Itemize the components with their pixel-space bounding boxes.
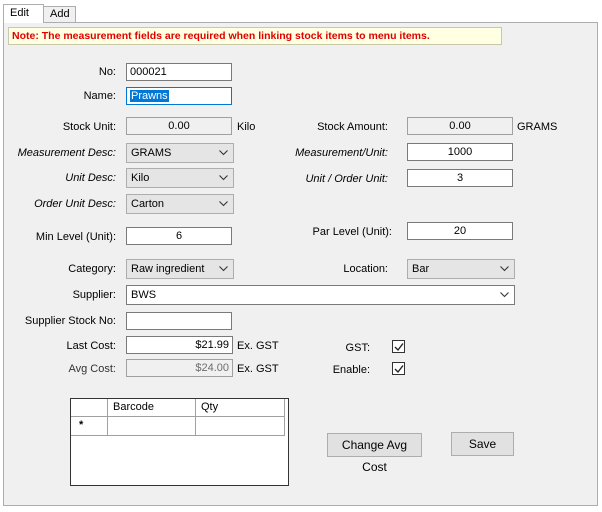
chevron-down-icon	[500, 260, 510, 278]
measurement-unit-label: Measurement/Unit:	[295, 147, 388, 159]
order-unit-desc-value: Carton	[131, 198, 165, 210]
last-cost-field[interactable]: $21.99	[126, 336, 233, 354]
stock-unit-unit: Kilo	[237, 121, 256, 133]
checkmark-icon	[394, 365, 404, 374]
supplier-stock-no-field[interactable]	[126, 312, 232, 330]
tab-edit[interactable]: Edit	[3, 4, 44, 23]
unit-desc-label: Unit Desc:	[65, 172, 116, 184]
unit-order-unit-label: Unit / Order Unit:	[305, 173, 388, 185]
unit-desc-value: Kilo	[131, 172, 150, 184]
save-button[interactable]: Save	[451, 432, 514, 456]
measurement-note: Note: The measurement fields are require…	[8, 27, 502, 45]
location-select[interactable]: Bar	[407, 259, 515, 279]
avg-cost-suffix: Ex. GST	[237, 363, 279, 375]
name-label: Name:	[83, 90, 116, 102]
stock-amount-field: 0.00	[407, 117, 513, 135]
gst-label: GST:	[345, 342, 370, 354]
measurement-desc-select[interactable]: GRAMS	[126, 143, 234, 163]
order-unit-desc-label: Order Unit Desc:	[34, 198, 116, 210]
enable-checkbox[interactable]	[392, 362, 405, 375]
grid-new-row-barcode-cell[interactable]	[108, 417, 196, 436]
par-level-field[interactable]: 20	[407, 222, 513, 240]
unit-order-unit-field[interactable]: 3	[407, 169, 513, 187]
supplier-stock-no-label: Supplier Stock No:	[24, 315, 116, 327]
stock-amount-label: Stock Amount:	[317, 121, 388, 133]
avg-cost-field: $24.00	[126, 359, 233, 377]
grid-new-row-qty-cell[interactable]	[196, 417, 285, 436]
min-level-label: Min Level (Unit):	[35, 231, 116, 243]
last-cost-label: Last Cost:	[66, 340, 116, 352]
location-value: Bar	[412, 263, 430, 275]
checkmark-icon	[394, 343, 404, 352]
stock-amount-unit: GRAMS	[517, 121, 558, 133]
unit-desc-select[interactable]: Kilo	[126, 168, 234, 188]
chevron-down-icon	[500, 286, 510, 304]
measurement-unit-field[interactable]: 1000	[407, 143, 513, 161]
enable-label: Enable:	[332, 364, 370, 376]
category-label: Category:	[68, 263, 116, 275]
grid-row-header-corner	[71, 399, 108, 417]
order-unit-desc-select[interactable]: Carton	[126, 194, 234, 214]
min-level-field[interactable]: 6	[126, 227, 232, 245]
category-value: Raw ingredient	[131, 263, 205, 275]
supplier-value: BWS	[131, 289, 157, 301]
measurement-desc-value: GRAMS	[131, 147, 172, 159]
gst-checkbox[interactable]	[392, 340, 405, 353]
chevron-down-icon	[219, 195, 229, 213]
category-select[interactable]: Raw ingredient	[126, 259, 234, 279]
grid-header-barcode[interactable]: Barcode	[108, 399, 196, 417]
measurement-desc-label: Measurement Desc:	[17, 147, 116, 159]
tab-add[interactable]: Add	[43, 6, 76, 22]
location-label: Location:	[343, 263, 388, 275]
grid-header-qty[interactable]: Qty	[196, 399, 285, 417]
last-cost-suffix: Ex. GST	[237, 340, 279, 352]
change-avg-cost-button[interactable]: Change Avg Cost	[327, 433, 422, 474]
stock-unit-label: Stock Unit:	[62, 121, 116, 133]
no-label: No:	[98, 66, 116, 78]
tab-edit-label: Edit	[10, 7, 29, 19]
stock-unit-field: 0.00	[126, 117, 232, 135]
chevron-down-icon	[219, 169, 229, 187]
supplier-select[interactable]: BWS	[126, 285, 515, 305]
chevron-down-icon	[219, 144, 229, 162]
avg-cost-label: Avg Cost:	[68, 363, 117, 375]
par-level-label: Par Level (Unit):	[312, 226, 392, 238]
tab-add-label: Add	[50, 8, 70, 20]
name-field[interactable]: Prawns	[126, 87, 232, 105]
no-field[interactable]: 000021	[126, 63, 232, 81]
chevron-down-icon	[219, 260, 229, 278]
barcode-grid[interactable]: Barcode Qty *	[70, 398, 289, 486]
grid-new-row-marker: *	[71, 417, 108, 436]
supplier-label: Supplier:	[72, 289, 116, 301]
name-field-value: Prawns	[130, 90, 169, 102]
